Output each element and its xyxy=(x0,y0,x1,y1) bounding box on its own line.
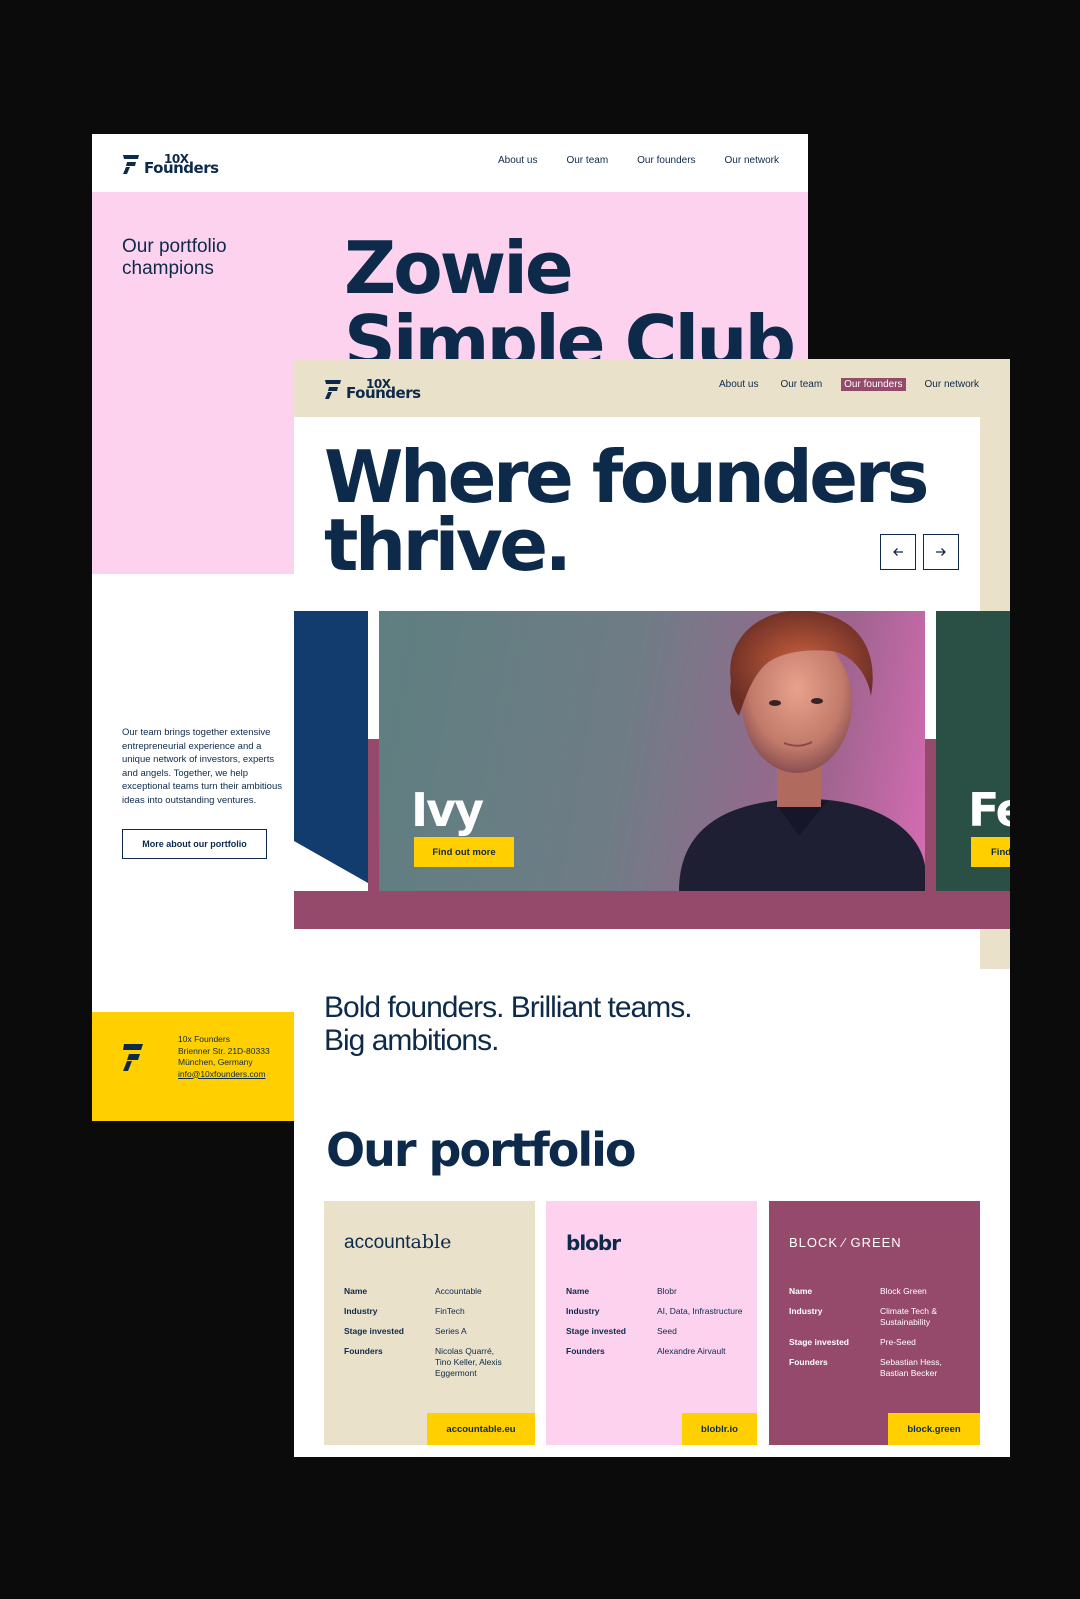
footer-address: 10x Founders Brienner Str. 21D-80333 Mün… xyxy=(178,1034,270,1080)
more-portfolio-button[interactable]: More about our portfolio xyxy=(122,829,267,859)
subheading-line2: Big ambitions. xyxy=(324,1024,499,1057)
company-details: Name Blobr Industry AI, Data, Infrastructu… xyxy=(566,1286,751,1366)
company-stage: Seed xyxy=(657,1326,677,1336)
10x-founders-logo-icon xyxy=(123,1044,143,1071)
nav-our-team[interactable]: Our team xyxy=(563,154,611,167)
company-details: Name Accountable Industry FinTech Stage in… xyxy=(344,1286,529,1388)
logo-line2: Founders xyxy=(346,384,421,402)
nav-our-founders[interactable]: Our founders xyxy=(634,154,698,167)
carousel-prev-button[interactable] xyxy=(880,534,916,570)
find-out-more-button[interactable]: Find out more xyxy=(414,837,514,867)
nav-our-team[interactable]: Our team xyxy=(777,378,825,391)
main-nav: About us Our team Our founders Our netwo… xyxy=(495,154,782,167)
nav-about-us[interactable]: About us xyxy=(716,378,761,391)
logo-line2: Founders xyxy=(144,159,219,177)
company-industry: FinTech xyxy=(435,1306,465,1316)
find-out-more-button-partial[interactable]: Find xyxy=(971,837,1010,867)
founder-name: Ivy xyxy=(411,783,484,837)
subheading-line1: Bold founders. Brilliant teams. xyxy=(324,991,693,1024)
subheading: Bold founders. Brilliant teams. Big ambi… xyxy=(324,991,693,1057)
nav-our-network[interactable]: Our network xyxy=(922,378,982,391)
company-founders: Sebastian Hess, Bastian Becker xyxy=(880,1357,942,1378)
arrow-left-icon xyxy=(893,548,903,556)
main-nav: About us Our team Our founders Our netwo… xyxy=(716,378,982,391)
portfolio-card-accountable[interactable]: accountable Name Accountable Industry FinT… xyxy=(324,1201,535,1445)
company-website-link[interactable]: block.green xyxy=(888,1413,980,1445)
company-website-link[interactable]: bloblr.io xyxy=(682,1413,757,1445)
footer-company: 10x Founders xyxy=(178,1034,230,1044)
founders-page: 10X Founders About us Our team Our found… xyxy=(294,359,1010,1457)
company-founders: Nicolas Quarré, Tino Keller, Alexis Egge… xyxy=(435,1346,502,1378)
company-industry: AI, Data, Infrastructure xyxy=(657,1306,743,1316)
company-name: Accountable xyxy=(435,1286,482,1296)
block-green-logo: BLOCK ⁄ GREEN xyxy=(789,1235,902,1250)
10x-founders-logo-icon xyxy=(123,155,139,174)
hero-headline: Where founders thrive. xyxy=(324,435,929,587)
blobr-logo: blobr xyxy=(566,1231,621,1255)
carousel-card-ivy[interactable]: Ivy Find out more xyxy=(379,611,925,891)
portfolio-card-block-green[interactable]: BLOCK ⁄ GREEN Name Block Green Industry Cl… xyxy=(769,1201,980,1445)
10x-founders-logo-icon xyxy=(325,380,341,399)
founder-name-partial: Fe xyxy=(968,783,1010,837)
nav-our-network[interactable]: Our network xyxy=(722,154,782,167)
logo[interactable]: 10X Founders xyxy=(122,153,219,177)
header: 10X Founders About us Our team Our found… xyxy=(92,134,808,192)
footer-street: Brienner Str. 21D-80333 xyxy=(178,1045,270,1056)
company-name: Block Green xyxy=(880,1286,927,1296)
footer-email-link[interactable]: info@10xfounders.com xyxy=(178,1069,270,1081)
company-stage: Pre-Seed xyxy=(880,1337,916,1347)
nav-about-us[interactable]: About us xyxy=(495,154,540,167)
company-website-link[interactable]: accountable.eu xyxy=(427,1413,535,1445)
footer-city: München, Germany xyxy=(178,1057,253,1067)
portfolio-card-blobr[interactable]: blobr Name Blobr Industry AI, Data, Infras… xyxy=(546,1201,757,1445)
carousel-card-next[interactable]: Fe Find xyxy=(936,611,1010,891)
company-industry: Climate Tech & Sustainability xyxy=(880,1306,938,1327)
accountable-logo: accountable xyxy=(344,1231,452,1253)
company-founders: Alexandre Airvault xyxy=(657,1346,726,1356)
hero-headline-line2: thrive. xyxy=(324,503,572,587)
champion-zowie[interactable]: Zowie xyxy=(344,228,574,308)
logo[interactable]: 10X Founders xyxy=(324,378,421,402)
company-details: Name Block Green Industry Climate Tech & S… xyxy=(789,1286,974,1388)
header: 10X Founders About us Our team Our found… xyxy=(294,359,1010,417)
team-intro-text: Our team brings together extensive entre… xyxy=(122,727,282,806)
company-name: Blobr xyxy=(657,1286,677,1296)
hero-headline-line1: Where founders xyxy=(324,435,929,519)
portfolio-heading: Our portfolio xyxy=(326,1123,637,1177)
arrow-right-icon xyxy=(936,548,946,556)
nav-our-founders-active[interactable]: Our founders xyxy=(841,378,906,391)
company-stage: Series A xyxy=(435,1326,467,1336)
carousel-next-button[interactable] xyxy=(923,534,959,570)
carousel-card-previous[interactable] xyxy=(294,611,368,891)
champions-tagline: Our portfolio champions xyxy=(122,236,227,279)
